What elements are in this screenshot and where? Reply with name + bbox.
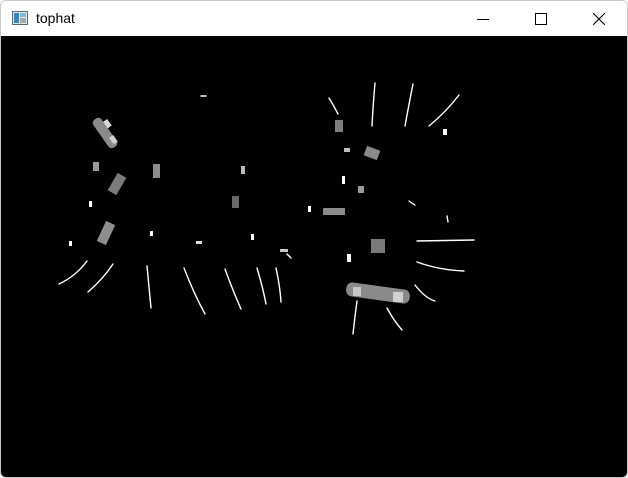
app-window: tophat	[0, 0, 628, 478]
title-bar[interactable]: tophat	[1, 1, 627, 36]
tophat-result-image	[1, 36, 627, 477]
maximize-icon	[535, 12, 547, 25]
minimize-icon	[477, 18, 489, 20]
close-button[interactable]	[570, 1, 627, 36]
close-icon	[593, 12, 605, 25]
minimize-button[interactable]	[454, 1, 512, 36]
image-canvas	[1, 36, 627, 477]
window-title: tophat	[36, 10, 75, 26]
maximize-button[interactable]	[512, 1, 570, 36]
app-icon	[12, 11, 28, 25]
